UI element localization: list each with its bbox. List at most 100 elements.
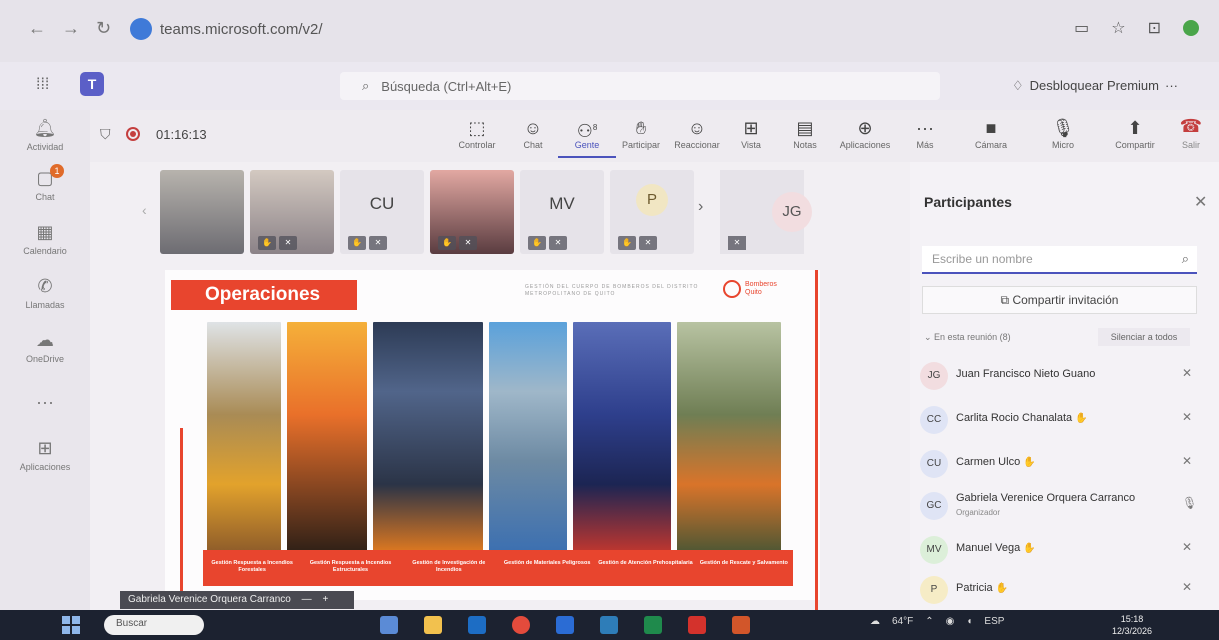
hand-icon: ✋ <box>438 236 456 250</box>
app-launcher-icon[interactable]: ⁞⁞⁞ <box>36 76 49 94</box>
address-bar[interactable]: teams.microsoft.com/v2/ <box>130 14 323 44</box>
video-tile-3[interactable]: ✋ ✕ <box>430 170 514 254</box>
hand-icon: ✋ <box>528 236 546 250</box>
unlock-premium-button[interactable]: ♢ Desbloquear Premium ··· <box>1012 78 1178 94</box>
rail-item-onedrive[interactable]: ☁ OneDrive <box>0 330 90 364</box>
outlook-icon[interactable] <box>468 616 486 634</box>
volume-icon[interactable]: ◖ <box>966 616 972 627</box>
mute-all-button[interactable]: Silenciar a todos <box>1098 328 1190 346</box>
file-explorer-icon[interactable] <box>424 616 442 634</box>
participant-row[interactable]: JG Juan Francisco Nieto Guano ✕ <box>910 358 1219 398</box>
mic-off-icon[interactable]: ✕ <box>1182 366 1192 380</box>
minimize-icon[interactable]: — <box>302 594 312 605</box>
excel-icon[interactable] <box>644 616 662 634</box>
close-icon[interactable]: ✕ <box>1194 192 1207 212</box>
notes-icon: ▤ <box>796 118 814 138</box>
mic-off-icon: ✕ <box>459 236 477 250</box>
mic-off-icon[interactable]: ✕ <box>1182 580 1192 594</box>
reload-icon[interactable]: ↻ <box>96 18 111 39</box>
chrome-icon[interactable] <box>512 616 530 634</box>
avatar: GC <box>920 492 948 520</box>
add-apps-icon: ⊞ <box>37 438 53 458</box>
profile-avatar[interactable] <box>1183 20 1199 36</box>
acrobat-icon[interactable] <box>688 616 706 634</box>
leave-button[interactable]: ☎ Salir <box>1166 116 1216 150</box>
apps-button[interactable]: ⊕ Aplicaciones <box>836 116 894 150</box>
wifi-icon[interactable]: ◉ <box>946 616 955 627</box>
mic-icon[interactable]: 🎙︎ <box>1182 496 1197 510</box>
presenter-name-tag[interactable]: Gabriela Verenice Orquera Carranco — + <box>120 591 354 609</box>
tile-initials: P <box>636 184 668 216</box>
in-meeting-toggle[interactable]: ⌄ En esta reunión (8) <box>924 332 1011 343</box>
mic-off-icon[interactable]: ✕ <box>1182 454 1192 468</box>
strip-prev-icon[interactable]: ‹ <box>142 202 147 218</box>
view-button[interactable]: ⊞ Vista <box>722 116 780 150</box>
participant-tile-cu[interactable]: CU ✋ ✕ <box>340 170 424 254</box>
tile-status: ✕ <box>728 232 746 250</box>
react-icon: ☺ <box>687 118 707 138</box>
caption-6: Gestión de Rescate y Salvamento <box>699 560 788 566</box>
mic-off-icon: ✕ <box>369 236 387 250</box>
mic-off-icon[interactable]: ✕ <box>1182 540 1192 554</box>
video-tile-1[interactable] <box>160 170 244 254</box>
taskbar-search[interactable]: Buscar <box>104 615 204 635</box>
mic-off-icon: ✕ <box>639 236 657 250</box>
mic-off-icon[interactable]: ✕ <box>1182 410 1192 424</box>
cast-icon[interactable]: ▭ <box>1074 18 1089 38</box>
mic-off-icon: ✕ <box>279 236 297 250</box>
participant-search-input[interactable]: Escribe un nombre ⌕ <box>922 246 1197 274</box>
strip-next-icon[interactable]: › <box>698 198 703 216</box>
premium-label: Desbloquear Premium <box>1029 78 1159 93</box>
view-icon: ⊞ <box>743 118 759 138</box>
site-info-icon[interactable] <box>130 18 152 40</box>
video-tile-2[interactable]: ✋ ✕ <box>250 170 334 254</box>
weather-temp[interactable]: 64°F <box>892 616 913 627</box>
back-arrow-icon[interactable]: ← <box>28 18 46 39</box>
participant-row[interactable]: CU Carmen Ulco ✋ ✕ <box>910 446 1219 486</box>
language-indicator[interactable]: ESP <box>984 616 1004 627</box>
participant-row[interactable]: P Patricia ✋ ✕ <box>910 572 1219 612</box>
task-view-icon[interactable] <box>380 616 398 634</box>
rail-item-calendar[interactable]: ▦ Calendario <box>0 222 90 256</box>
app-icon[interactable] <box>600 616 618 634</box>
mic-button[interactable]: 🎙︎ Micro <box>1034 116 1092 150</box>
people-button[interactable]: ⚇8 Gente <box>558 116 616 158</box>
react-button[interactable]: ☺ Reaccionar <box>668 116 726 150</box>
rail-item-activity[interactable]: 🔔︎ Actividad <box>0 118 90 152</box>
more-button[interactable]: ··· Más <box>896 116 954 150</box>
chat-button[interactable]: ☺ Chat <box>504 116 562 150</box>
tray-arrow-icon[interactable]: ⌃ <box>925 616 933 627</box>
raise-hand-button[interactable]: ✋︎ Participar <box>612 116 670 150</box>
mic-off-icon: ✕ <box>549 236 567 250</box>
windows-start-icon[interactable] <box>62 616 80 634</box>
notes-button[interactable]: ▤ Notas <box>776 116 834 150</box>
taskbar-clock[interactable]: 15:18 12/3/2026 <box>1112 613 1152 637</box>
search-icon: ⌕ <box>362 78 370 93</box>
phone-icon: ✆ <box>37 276 53 296</box>
participant-name: Manuel Vega ✋ <box>956 542 1036 554</box>
bookmark-star-icon[interactable]: ☆ <box>1111 18 1125 38</box>
forward-arrow-icon[interactable]: → <box>62 18 80 39</box>
word-icon[interactable] <box>556 616 574 634</box>
more-icon[interactable]: ··· <box>1165 78 1178 94</box>
expand-icon[interactable]: + <box>322 594 328 605</box>
share-button[interactable]: ⬆ Compartir <box>1106 116 1164 150</box>
shield-icon: ⛉ <box>100 126 111 142</box>
participant-row[interactable]: MV Manuel Vega ✋ ✕ <box>910 532 1219 572</box>
rail-more-button[interactable]: ··· <box>0 392 90 416</box>
share-invite-button[interactable]: ⧉ Compartir invitación <box>922 286 1197 314</box>
participant-tile-mv[interactable]: MV ✋ ✕ <box>520 170 604 254</box>
rail-item-apps[interactable]: ⊞ Aplicaciones <box>0 438 90 472</box>
participant-row[interactable]: CC Carlita Rocio Chanalata ✋ ✕ <box>910 402 1219 442</box>
bomberos-logo-icon <box>723 280 741 298</box>
control-button[interactable]: ⬚ Controlar <box>448 116 506 150</box>
extensions-icon[interactable]: ⊡ <box>1148 18 1161 38</box>
search-input[interactable]: ⌕ Búsqueda (Ctrl+Alt+E) <box>340 72 940 100</box>
rail-item-calls[interactable]: ✆ Llamadas <box>0 276 90 310</box>
powerpoint-icon[interactable] <box>732 616 750 634</box>
rail-item-chat[interactable]: ▢ 1 Chat <box>0 164 90 202</box>
participant-row[interactable]: GC Gabriela Verenice Orquera Carranco Or… <box>910 488 1219 528</box>
camera-button[interactable]: ■ Cámara <box>962 116 1020 150</box>
participant-tile-p[interactable]: P ✋ ✕ <box>610 170 694 254</box>
participant-avatar-jg[interactable]: JG <box>772 192 812 232</box>
